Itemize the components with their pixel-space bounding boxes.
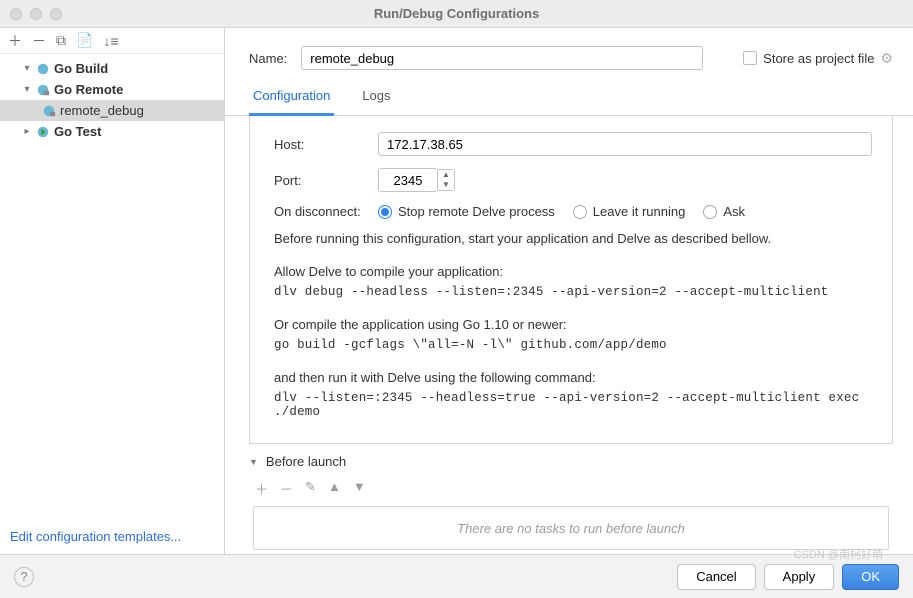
before-launch-empty: There are no tasks to run before launch [253, 506, 889, 550]
go-remote-icon [42, 104, 56, 118]
tree-item-label: remote_debug [60, 103, 144, 118]
tree-item-label: Go Test [54, 124, 101, 139]
move-up-icon[interactable]: ▲ [328, 479, 341, 498]
before-launch-title: Before launch [266, 454, 346, 469]
tab-logs[interactable]: Logs [358, 80, 394, 115]
then-run-cmd: dlv --listen=:2345 --headless=true --api… [274, 391, 872, 419]
tree-item-go-remote[interactable]: ▾ Go Remote [0, 79, 224, 100]
dialog-footer: ? Cancel Apply OK [0, 554, 913, 598]
tree-item-go-build[interactable]: ▾ Go Build [0, 58, 224, 79]
tab-configuration[interactable]: Configuration [249, 80, 334, 116]
window-controls [10, 8, 62, 20]
before-launch-header[interactable]: ▼ Before launch [225, 444, 913, 475]
radio-icon [703, 205, 717, 219]
allow-delve-cmd: dlv debug --headless --listen=:2345 --ap… [274, 285, 872, 299]
or-compile-cmd: go build -gcflags \"all=-N -l\" github.c… [274, 338, 872, 352]
minimize-window-icon[interactable] [30, 8, 42, 20]
radio-icon [573, 205, 587, 219]
radio-label: Leave it running [593, 204, 686, 219]
window-title: Run/Debug Configurations [374, 6, 539, 21]
tree-item-remote-debug[interactable]: remote_debug [0, 100, 224, 121]
info-text: Before running this configuration, start… [274, 231, 872, 246]
titlebar: Run/Debug Configurations [0, 0, 913, 28]
port-stepper[interactable]: ▲▼ [438, 169, 455, 191]
stepper-down-icon[interactable]: ▼ [438, 180, 454, 190]
apply-button[interactable]: Apply [764, 564, 835, 590]
sidebar-toolbar: ＋ － ⧉ 📄 ↓≡ [0, 28, 224, 54]
stepper-up-icon[interactable]: ▲ [438, 170, 454, 180]
host-label: Host: [274, 137, 370, 152]
cancel-button[interactable]: Cancel [677, 564, 755, 590]
port-input[interactable] [378, 168, 438, 192]
copy-icon[interactable]: ⧉ [56, 32, 66, 49]
disconnect-label: On disconnect: [274, 204, 370, 219]
empty-text: There are no tasks to run before launch [457, 521, 685, 536]
port-label: Port: [274, 173, 370, 188]
or-compile-text: Or compile the application using Go 1.10… [274, 317, 872, 332]
tree-item-go-test[interactable]: ▸ Go Test [0, 121, 224, 142]
radio-stop[interactable]: Stop remote Delve process [378, 204, 555, 219]
go-remote-icon [36, 83, 50, 97]
watermark: CSDN @南柯好萌 [794, 546, 883, 562]
collapse-icon: ▼ [249, 457, 258, 467]
gear-icon[interactable]: ⚙ [880, 50, 893, 67]
before-launch-toolbar: ＋ － ✎ ▲ ▼ [225, 475, 913, 502]
radio-leave[interactable]: Leave it running [573, 204, 686, 219]
then-run-text: and then run it with Delve using the fol… [274, 370, 872, 385]
sidebar: ＋ － ⧉ 📄 ↓≡ ▾ Go Build ▾ Go Remote remote… [0, 28, 225, 554]
sort-icon[interactable]: ↓≡ [103, 33, 118, 49]
store-as-project-checkbox[interactable] [743, 51, 757, 65]
go-icon [36, 62, 50, 76]
edit-templates-link[interactable]: Edit configuration templates... [0, 519, 224, 554]
radio-ask[interactable]: Ask [703, 204, 745, 219]
help-icon[interactable]: ? [14, 567, 34, 587]
edit-task-icon[interactable]: ✎ [305, 479, 316, 498]
radio-label: Stop remote Delve process [398, 204, 555, 219]
ok-button[interactable]: OK [842, 564, 899, 590]
content-pane: Name: Store as project file ⚙ Configurat… [225, 28, 913, 554]
move-down-icon[interactable]: ▼ [353, 479, 366, 498]
radio-label: Ask [723, 204, 745, 219]
configuration-panel: Host: Port: ▲▼ On disconnect: Stop remot… [249, 116, 893, 444]
remove-task-icon[interactable]: － [280, 479, 293, 498]
chevron-right-icon: ▸ [22, 126, 32, 137]
go-test-icon [36, 125, 50, 139]
tree-item-label: Go Remote [54, 82, 123, 97]
tree-item-label: Go Build [54, 61, 108, 76]
zoom-window-icon[interactable] [50, 8, 62, 20]
add-icon[interactable]: ＋ [8, 31, 22, 51]
close-window-icon[interactable] [10, 8, 22, 20]
radio-icon [378, 205, 392, 219]
chevron-down-icon: ▾ [22, 63, 32, 74]
store-as-project-label: Store as project file [763, 51, 874, 66]
host-input[interactable] [378, 132, 872, 156]
name-input[interactable] [301, 46, 703, 70]
tabs: Configuration Logs [225, 80, 913, 116]
name-label: Name: [249, 51, 287, 66]
remove-icon[interactable]: － [32, 31, 46, 51]
save-template-icon[interactable]: 📄 [76, 32, 93, 49]
chevron-down-icon: ▾ [22, 84, 32, 95]
allow-delve-text: Allow Delve to compile your application: [274, 264, 872, 279]
config-tree: ▾ Go Build ▾ Go Remote remote_debug ▸ Go… [0, 54, 224, 519]
add-task-icon[interactable]: ＋ [255, 479, 268, 498]
